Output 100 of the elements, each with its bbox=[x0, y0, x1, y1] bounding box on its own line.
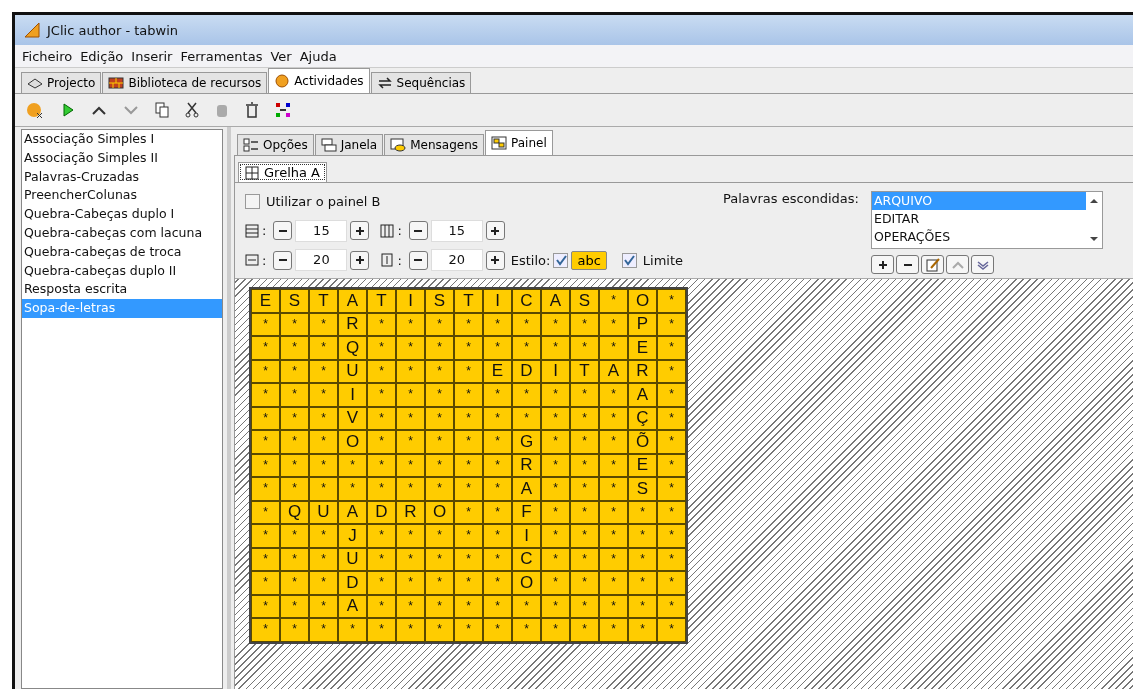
grid-cell[interactable]: * bbox=[425, 336, 454, 360]
grid-cell[interactable]: * bbox=[599, 430, 628, 454]
grid-cell[interactable]: * bbox=[454, 477, 483, 501]
grid-cell[interactable]: * bbox=[309, 453, 338, 477]
activity-item[interactable]: PreencherColunas bbox=[22, 186, 222, 206]
grid-cell[interactable]: C bbox=[512, 289, 541, 313]
minus-button[interactable] bbox=[408, 221, 428, 240]
checkbox[interactable] bbox=[245, 194, 260, 210]
grid-cell[interactable]: * bbox=[396, 594, 425, 618]
grid-cell[interactable]: * bbox=[512, 594, 541, 618]
grid-cell[interactable]: * bbox=[570, 312, 599, 336]
grid-cell[interactable]: * bbox=[367, 430, 396, 454]
grid-cell[interactable]: R bbox=[628, 359, 657, 383]
add-activity-icon[interactable] bbox=[25, 101, 45, 119]
grid-cell[interactable]: * bbox=[280, 312, 309, 336]
grid-cell[interactable]: U bbox=[338, 547, 367, 571]
grid-cell[interactable]: * bbox=[280, 524, 309, 548]
grid-cell[interactable]: * bbox=[280, 618, 309, 642]
grid-cell[interactable]: * bbox=[425, 618, 454, 642]
grid-cell[interactable]: * bbox=[367, 477, 396, 501]
grid-cell[interactable]: I bbox=[396, 289, 425, 313]
grid-cell[interactable]: * bbox=[309, 430, 338, 454]
grid-cell[interactable]: U bbox=[309, 500, 338, 524]
editor-tab[interactable]: Opções bbox=[237, 134, 314, 155]
grid-cell[interactable]: * bbox=[483, 383, 512, 407]
grid-cell[interactable]: * bbox=[396, 359, 425, 383]
grid-cell[interactable]: * bbox=[657, 477, 686, 501]
grid-cell[interactable]: * bbox=[570, 524, 599, 548]
grid-cell[interactable]: * bbox=[425, 430, 454, 454]
grid-cell[interactable]: * bbox=[396, 406, 425, 430]
grid-cell[interactable]: * bbox=[396, 547, 425, 571]
grid-cell[interactable]: * bbox=[454, 571, 483, 595]
grid-cell[interactable]: E bbox=[628, 336, 657, 360]
grid-cell[interactable]: O bbox=[628, 289, 657, 313]
grid-cell[interactable]: * bbox=[599, 336, 628, 360]
grid-cell[interactable]: T bbox=[570, 359, 599, 383]
grid-cell[interactable]: P bbox=[628, 312, 657, 336]
grid-cell[interactable]: * bbox=[367, 547, 396, 571]
menu-item[interactable]: Ver bbox=[269, 48, 293, 64]
number-field[interactable]: 20 bbox=[430, 249, 483, 272]
grid-cell[interactable]: * bbox=[454, 312, 483, 336]
menu-item[interactable]: Edição bbox=[79, 48, 125, 64]
grid-cell[interactable]: * bbox=[251, 594, 280, 618]
grid-cell[interactable]: T bbox=[367, 289, 396, 313]
grid-cell[interactable]: * bbox=[425, 312, 454, 336]
grid-cell[interactable]: * bbox=[541, 500, 570, 524]
grid-cell[interactable]: * bbox=[657, 524, 686, 548]
grid-cell[interactable]: Ç bbox=[628, 406, 657, 430]
grid-cell[interactable]: * bbox=[657, 594, 686, 618]
trash-icon[interactable] bbox=[245, 102, 259, 118]
grid-cell[interactable]: * bbox=[483, 336, 512, 360]
grid-cell[interactable]: A bbox=[338, 289, 367, 313]
remove-button[interactable] bbox=[896, 255, 919, 274]
grid-cell[interactable]: * bbox=[541, 594, 570, 618]
edit-button[interactable] bbox=[921, 255, 944, 274]
grid-cell[interactable]: A bbox=[599, 359, 628, 383]
grid-cell[interactable]: * bbox=[309, 524, 338, 548]
grid-cell[interactable]: A bbox=[628, 383, 657, 407]
grid-cell[interactable]: * bbox=[309, 571, 338, 595]
grid-cell[interactable]: * bbox=[570, 477, 599, 501]
grid-cell[interactable]: D bbox=[367, 500, 396, 524]
grid-cell[interactable]: * bbox=[280, 336, 309, 360]
grid-cell[interactable]: * bbox=[251, 547, 280, 571]
up-arrow-icon[interactable] bbox=[1090, 198, 1098, 204]
grid-cell[interactable]: I bbox=[338, 383, 367, 407]
grid-cell[interactable]: S bbox=[570, 289, 599, 313]
grid-cell[interactable]: * bbox=[483, 453, 512, 477]
grid-cell[interactable]: * bbox=[512, 383, 541, 407]
word-item[interactable]: OPERAÇÕES bbox=[872, 228, 1086, 246]
grid-cell[interactable]: J bbox=[338, 524, 367, 548]
grid-cell[interactable]: * bbox=[628, 571, 657, 595]
grid-cell[interactable]: * bbox=[541, 571, 570, 595]
activity-item[interactable]: Associação Simples I bbox=[22, 130, 222, 149]
down-arrow-icon[interactable] bbox=[1090, 236, 1098, 242]
main-tab[interactable]: Projecto bbox=[21, 72, 102, 93]
grid-cell[interactable]: * bbox=[309, 336, 338, 360]
number-field[interactable]: 20 bbox=[295, 249, 348, 272]
grid-cell[interactable]: * bbox=[425, 406, 454, 430]
grid-cell[interactable]: * bbox=[454, 383, 483, 407]
up-chevron-icon[interactable] bbox=[91, 104, 107, 116]
grid-cell[interactable]: * bbox=[338, 618, 367, 642]
grid-cell[interactable]: * bbox=[251, 336, 280, 360]
activity-item[interactable]: Associação Simples II bbox=[22, 148, 222, 168]
grid-cell[interactable]: * bbox=[570, 500, 599, 524]
grid-cell[interactable]: * bbox=[483, 571, 512, 595]
grid-cell[interactable]: I bbox=[483, 289, 512, 313]
checkbox[interactable] bbox=[621, 252, 637, 268]
grid-cell[interactable]: * bbox=[251, 430, 280, 454]
grid-cell[interactable]: * bbox=[338, 453, 367, 477]
grid-cell[interactable]: * bbox=[657, 571, 686, 595]
grid-cell[interactable]: * bbox=[280, 477, 309, 501]
grid-cell[interactable]: * bbox=[454, 618, 483, 642]
minus-button[interactable] bbox=[273, 250, 293, 270]
grid-arrows-icon[interactable] bbox=[275, 102, 291, 118]
grid-cell[interactable]: * bbox=[367, 571, 396, 595]
grid-cell[interactable]: * bbox=[309, 312, 338, 336]
grid-cell[interactable]: T bbox=[309, 289, 338, 313]
grid-cell[interactable]: * bbox=[280, 383, 309, 407]
grid-cell[interactable]: * bbox=[251, 524, 280, 548]
grid-cell[interactable]: * bbox=[454, 336, 483, 360]
